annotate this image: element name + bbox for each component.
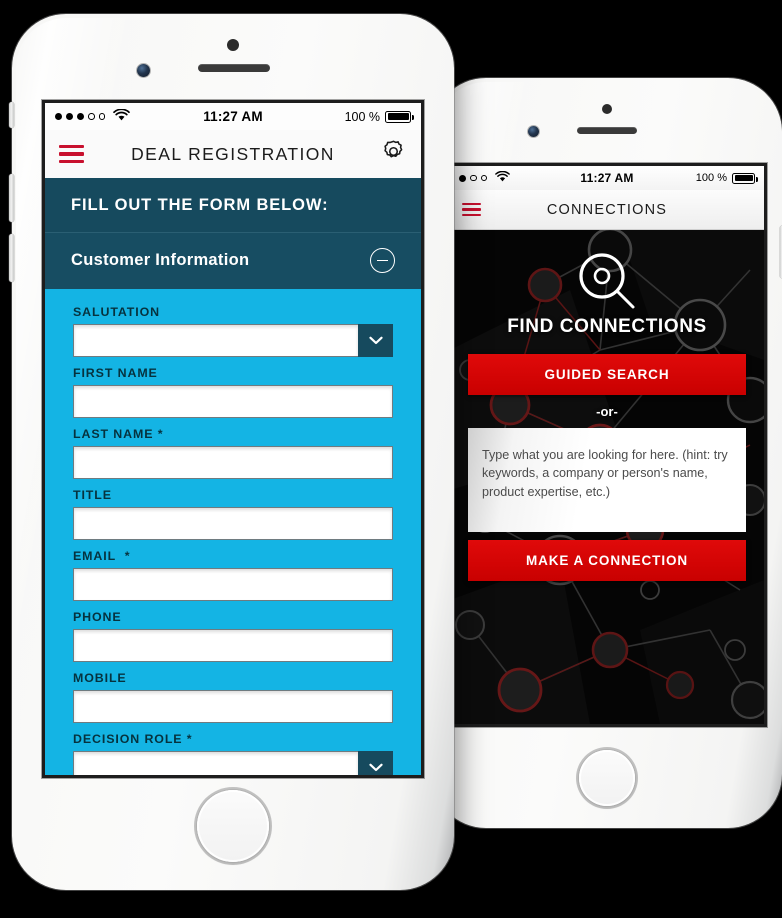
scene-root: 11:27 AM 100 % CONNECTIONS FIND CONNECTI… xyxy=(0,0,782,918)
wifi-icon xyxy=(495,169,511,187)
proximity-sensor-icon xyxy=(137,64,150,77)
decision-role-select[interactable] xyxy=(73,751,358,775)
or-separator: -or- xyxy=(596,404,618,419)
field-phone: PHONE xyxy=(73,610,393,662)
connections-content: FIND CONNECTIONS GUIDED SEARCH -or- Type… xyxy=(450,230,764,724)
home-button[interactable] xyxy=(194,787,272,865)
front-camera-icon xyxy=(602,104,612,114)
minus-circle-icon[interactable] xyxy=(370,248,395,273)
guided-search-button[interactable]: GUIDED SEARCH xyxy=(468,354,746,395)
field-decision-role: DECISION ROLE * xyxy=(73,732,393,775)
earpiece-speaker-icon xyxy=(577,127,637,134)
gear-icon[interactable] xyxy=(380,138,407,170)
magnifying-glass-icon xyxy=(579,253,635,309)
signal-dot-empty xyxy=(480,174,488,182)
mobile-input[interactable] xyxy=(73,690,393,723)
battery-percent-label: 100 % xyxy=(695,172,727,184)
hero-title: FIND CONNECTIONS xyxy=(507,316,707,337)
signal-indicator xyxy=(459,169,580,187)
salutation-select[interactable] xyxy=(73,324,358,357)
phone1-screen: 11:27 AM 100 % DEAL REGISTRATION FILL OU… xyxy=(45,103,421,775)
phone-device-deal-registration: 11:27 AM 100 % DEAL REGISTRATION FILL OU… xyxy=(9,14,454,890)
mute-switch[interactable] xyxy=(9,102,14,128)
accordion-customer-information[interactable]: Customer Information xyxy=(45,233,421,289)
email-input[interactable] xyxy=(73,568,393,601)
field-email: EMAIL * xyxy=(73,549,393,601)
battery-icon xyxy=(732,172,759,184)
first-name-input[interactable] xyxy=(73,385,393,418)
field-last-name: LAST NAME * xyxy=(73,427,393,479)
earpiece-speaker-icon xyxy=(198,64,270,72)
clock: 11:27 AM xyxy=(580,171,634,185)
field-first-name: FIRST NAME xyxy=(73,366,393,418)
signal-dot-filled xyxy=(55,113,62,120)
connections-inner: FIND CONNECTIONS GUIDED SEARCH -or- Type… xyxy=(450,230,764,581)
signal-dot-empty xyxy=(98,113,106,120)
chevron-down-icon[interactable] xyxy=(358,751,393,775)
field-label: TITLE xyxy=(73,488,112,502)
field-label: PHONE xyxy=(73,610,122,624)
deal-status-bar: 11:27 AM 100 % xyxy=(45,103,421,130)
field-label: MOBILE xyxy=(73,671,127,685)
customer-information-form: SALUTATION FIRST NAME LAST NAME * TITLE … xyxy=(45,289,421,775)
search-input[interactable]: Type what you are looking for here. (hin… xyxy=(468,428,746,532)
volume-up-button[interactable] xyxy=(9,174,14,222)
wifi-icon xyxy=(113,107,131,126)
make-a-connection-button[interactable]: MAKE A CONNECTION xyxy=(468,540,746,581)
page-title: DEAL REGISTRATION xyxy=(131,143,335,164)
signal-dot-empty xyxy=(470,174,477,182)
battery-icon xyxy=(385,110,415,123)
phone-device-connections: 11:27 AM 100 % CONNECTIONS FIND CONNECTI… xyxy=(432,78,782,828)
field-title: TITLE xyxy=(73,488,393,540)
chevron-down-icon[interactable] xyxy=(358,324,393,357)
home-button[interactable] xyxy=(576,747,638,809)
field-label: FIRST NAME xyxy=(73,366,158,380)
field-mobile: MOBILE xyxy=(73,671,393,723)
clock: 11:27 AM xyxy=(203,109,263,124)
form-banner: FILL OUT THE FORM BELOW: xyxy=(45,178,421,233)
front-camera-icon xyxy=(227,39,239,51)
signal-indicator xyxy=(55,107,203,126)
field-label: DECISION ROLE * xyxy=(73,732,193,746)
signal-dot-filled xyxy=(66,113,73,120)
deal-nav-bar: DEAL REGISTRATION xyxy=(45,130,421,178)
phone-input[interactable] xyxy=(73,629,393,662)
field-label: SALUTATION xyxy=(73,305,161,319)
hamburger-menu-icon[interactable] xyxy=(59,144,84,164)
accordion-label: Customer Information xyxy=(71,251,250,269)
last-name-input[interactable] xyxy=(73,446,393,479)
signal-dot-filled xyxy=(77,113,84,120)
proximity-sensor-icon xyxy=(528,126,539,137)
field-label: EMAIL * xyxy=(73,549,131,563)
connections-status-bar: 11:27 AM 100 % xyxy=(450,166,764,190)
field-salutation: SALUTATION xyxy=(73,305,393,357)
volume-down-button[interactable] xyxy=(9,234,14,282)
page-title: CONNECTIONS xyxy=(546,201,668,218)
signal-dot-empty xyxy=(88,113,95,120)
phone2-screen: 11:27 AM 100 % CONNECTIONS FIND CONNECTI… xyxy=(450,166,764,724)
signal-dot-filled xyxy=(459,174,466,182)
connections-nav-bar: CONNECTIONS xyxy=(450,190,764,230)
field-label: LAST NAME * xyxy=(73,427,164,441)
title-input[interactable] xyxy=(73,507,393,540)
battery-percent-label: 100 % xyxy=(344,109,381,124)
